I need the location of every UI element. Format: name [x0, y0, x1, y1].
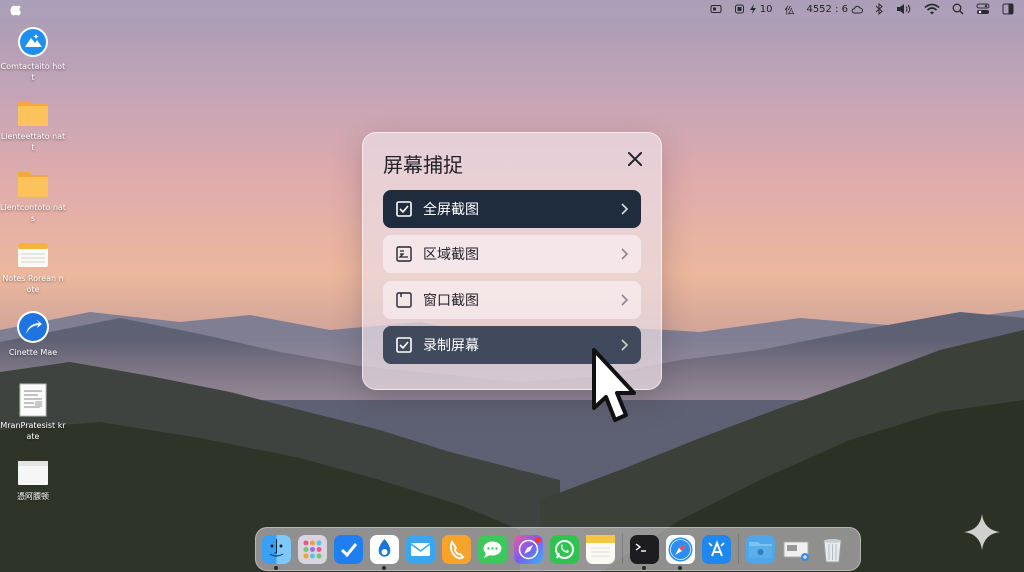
sparkle-icon — [964, 514, 1000, 550]
notes-icon — [586, 534, 615, 556]
option-label: 窗口截图 — [423, 293, 479, 309]
volume-icon[interactable] — [896, 3, 912, 15]
terminal-icon — [635, 542, 646, 552]
folder-white-icon — [18, 461, 48, 485]
dock-trash[interactable] — [818, 535, 847, 564]
region-select-icon — [396, 246, 412, 262]
window-icon — [396, 292, 412, 308]
chevron-right-icon — [621, 294, 629, 306]
dock-messages[interactable] — [478, 534, 507, 564]
desktop-icon-label: Comtactaito hott — [0, 62, 66, 82]
desktop-icon-label: 憑阿膘顿 — [17, 492, 49, 501]
desktop-icon-label: Cinette Mae — [8, 348, 58, 357]
folder-icon — [18, 101, 48, 126]
dock-notes[interactable] — [586, 534, 615, 564]
desktop-icon-folder-1[interactable]: Lienteettato natt — [0, 96, 66, 153]
battery-icon — [734, 4, 744, 14]
whatsapp-icon — [555, 539, 574, 559]
document-icon — [19, 383, 47, 417]
desktop-icon-folder-2[interactable]: Lientcontoto nats — [0, 167, 66, 224]
mouse-pointer-icon — [592, 348, 636, 422]
app-store-drop-icon — [378, 538, 391, 557]
bluetooth-icon[interactable] — [875, 3, 884, 15]
dock-launchpad[interactable] — [298, 534, 327, 564]
menu-bar: 10 仫 4552 : 6 — [0, 0, 1024, 18]
desktop-icon-label: Lientcontoto nats — [0, 203, 66, 223]
option-region-capture[interactable]: 区域截图 — [383, 235, 641, 273]
menubar-clock[interactable]: 4552 : 6 — [806, 4, 863, 15]
app-arrow-icon — [17, 311, 49, 343]
mail-icon — [410, 542, 431, 556]
chevron-right-icon — [621, 203, 629, 215]
option-window-capture[interactable]: 窗口截图 — [383, 281, 641, 319]
keyboard-input-label: 仫 — [784, 5, 795, 17]
close-button[interactable] — [625, 149, 645, 169]
dock-folder[interactable] — [746, 534, 775, 564]
bolt-icon — [749, 4, 756, 14]
app-store-icon — [708, 539, 725, 556]
dock-preview[interactable] — [782, 535, 811, 564]
desktop-icon-label: MranPratesist krate — [0, 421, 66, 441]
desktop-icon-cinette[interactable]: Cinette Mae — [0, 310, 66, 358]
option-label: 区域截图 — [423, 247, 479, 263]
option-label: 全屏截图 — [423, 202, 479, 218]
dock-app-store[interactable] — [702, 534, 731, 564]
battery-value: 10 — [759, 3, 773, 15]
checkbox-icon — [396, 337, 412, 353]
folder-icon — [18, 172, 48, 197]
dock-mail[interactable] — [406, 534, 435, 564]
dock-safari[interactable] — [666, 534, 695, 570]
safari-compass-icon — [518, 536, 541, 559]
finder-icon — [269, 538, 284, 556]
dock-drop-app[interactable] — [370, 534, 399, 570]
messages-icon — [483, 541, 502, 558]
desktop-icon-folder-white[interactable]: 憑阿膘顿 — [0, 458, 66, 502]
safari-icon — [668, 537, 693, 561]
phone-icon — [450, 539, 465, 559]
apple-logo-icon[interactable] — [10, 3, 22, 16]
tasks-icon — [340, 542, 358, 557]
battery-status[interactable]: 10 — [734, 3, 773, 15]
preview-icon — [783, 541, 809, 561]
spotlight-search-icon[interactable] — [952, 3, 964, 15]
keyboard-input-menu[interactable]: 仫 — [784, 2, 794, 17]
sidebar-toggle-icon[interactable] — [1002, 3, 1014, 15]
dock-finder[interactable] — [262, 534, 291, 570]
app-blue-icon — [18, 27, 48, 57]
notes-icon — [18, 243, 48, 267]
dock-whatsapp[interactable] — [550, 534, 579, 564]
trash-icon — [823, 538, 842, 562]
control-center-icon[interactable] — [976, 3, 990, 15]
dock — [255, 527, 861, 571]
panel-title: 屏幕捕捉 — [383, 153, 463, 177]
clock-text: 4552 : 6 — [806, 3, 848, 15]
desktop-icon-label: Lienteettato natt — [0, 132, 66, 152]
close-icon — [628, 152, 642, 166]
checkbox-icon — [396, 201, 412, 217]
wifi-icon[interactable] — [924, 3, 940, 15]
dock-terminal[interactable] — [630, 534, 659, 570]
desktop-icon-contact[interactable]: Comtactaito hott — [0, 26, 66, 83]
launchpad-icon — [303, 540, 322, 558]
dock-compass-app[interactable] — [514, 534, 543, 564]
desktop-icon-notes[interactable]: Notes Rorean note — [0, 240, 66, 295]
chevron-right-icon — [621, 248, 629, 260]
dock-tasks[interactable] — [334, 534, 363, 564]
folder-icon — [749, 541, 772, 558]
option-fullscreen-capture[interactable]: 全屏截图 — [383, 190, 641, 228]
cloud-icon — [851, 5, 863, 13]
desktop-icon-label: Notes Rorean note — [2, 274, 64, 294]
display-icon[interactable] — [710, 4, 722, 14]
desktop-icon-document[interactable]: MranPratesist krate — [0, 383, 66, 442]
dock-phone[interactable] — [442, 534, 471, 564]
